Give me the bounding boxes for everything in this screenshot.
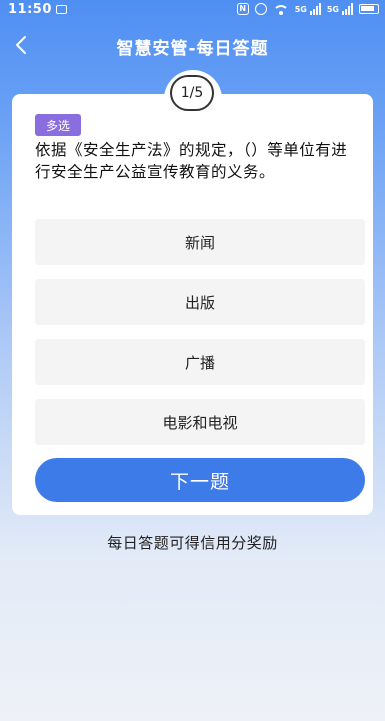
signal-2-icon bbox=[342, 3, 353, 15]
status-icons: N 5G 5G bbox=[236, 3, 379, 15]
option-1[interactable]: 新闻 bbox=[35, 219, 365, 265]
option-3[interactable]: 广播 bbox=[35, 339, 365, 385]
status-bar: 11:50 N 5G 5G bbox=[0, 0, 385, 22]
alarm-icon bbox=[254, 3, 267, 15]
image-notification-icon bbox=[56, 5, 67, 14]
next-question-button[interactable]: 下一题 bbox=[35, 458, 365, 502]
status-time: 11:50 bbox=[8, 2, 52, 17]
battery-icon bbox=[359, 4, 379, 14]
nfc-icon: N bbox=[236, 3, 249, 15]
option-4[interactable]: 电影和电视 bbox=[35, 399, 365, 445]
option-2[interactable]: 出版 bbox=[35, 279, 365, 325]
page-title: 智慧安管-每日答题 bbox=[116, 39, 269, 59]
signal-2-label: 5G bbox=[326, 4, 339, 14]
question-text: 依据《安全生产法》的规定，（）等单位有进行安全生产公益宣传教育的义务。 bbox=[35, 141, 348, 181]
header: 智慧安管-每日答题 bbox=[0, 28, 385, 64]
signal-1-icon bbox=[309, 3, 321, 15]
wifi-icon bbox=[272, 3, 289, 15]
question-type-badge: 多选 bbox=[35, 114, 81, 136]
signal-1-label: 5G bbox=[294, 4, 307, 14]
reward-note: 每日答题可得信用分奖励 bbox=[107, 534, 278, 552]
progress-indicator: 1/5 bbox=[170, 75, 214, 111]
